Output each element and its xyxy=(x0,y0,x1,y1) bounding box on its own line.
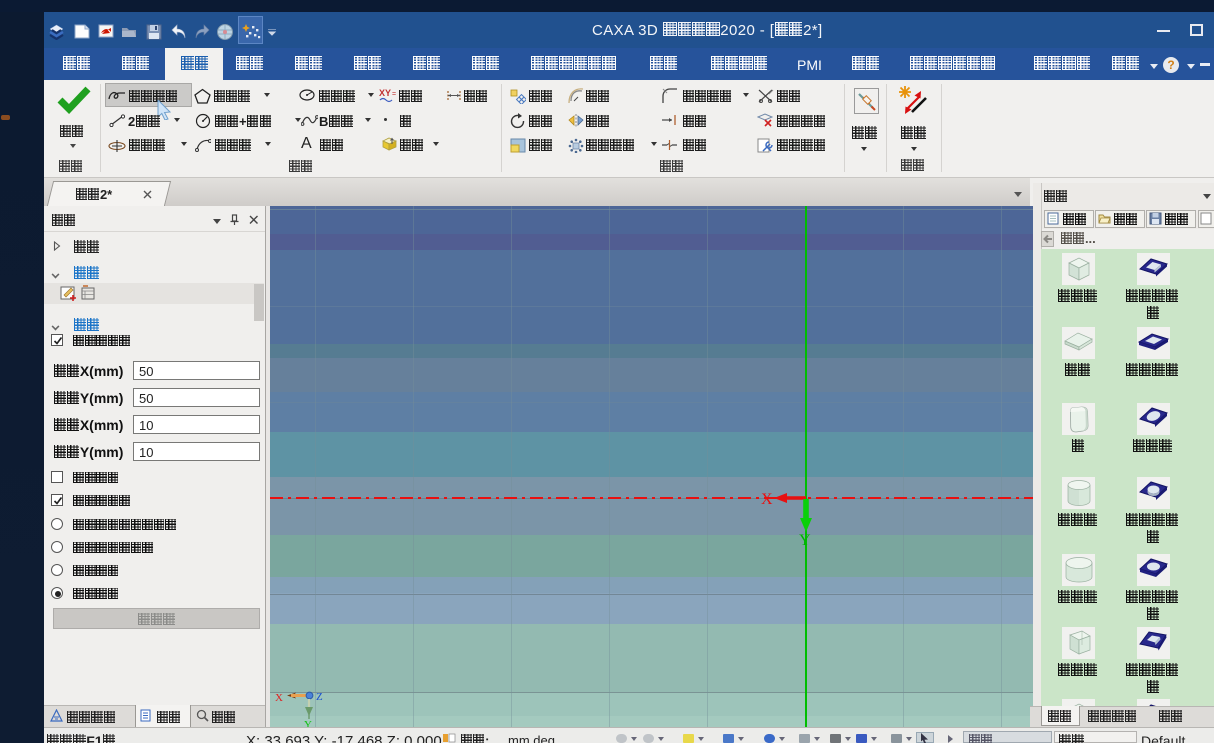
svg-text:Z: Z xyxy=(316,691,323,703)
svg-text:Y: Y xyxy=(799,532,811,549)
svg-text:XY: XY xyxy=(379,88,391,98)
svg-text:X: X xyxy=(761,491,773,507)
svg-text:X: X xyxy=(275,692,283,704)
svg-text:=: = xyxy=(392,91,396,98)
